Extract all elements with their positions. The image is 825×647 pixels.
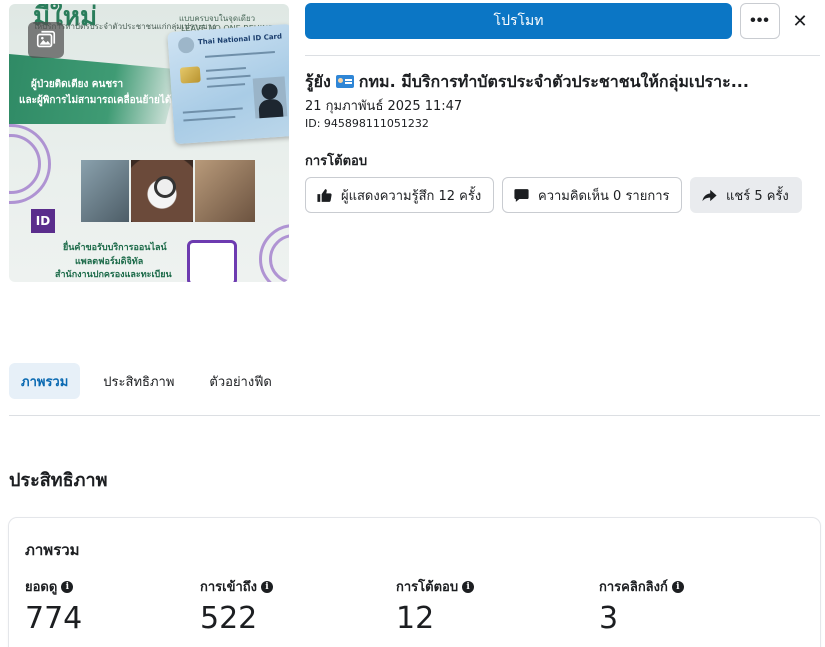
tab-feed-preview[interactable]: ตัวอย่างฟีด (197, 363, 283, 399)
metric-label: การคลิกลิงก์ (599, 580, 668, 595)
promote-button[interactable]: โปรโมท (305, 3, 732, 39)
metric-label-row: การคลิกลิงก์ i (599, 576, 684, 597)
id-logo: ID (31, 209, 55, 233)
reactions-button[interactable]: ผู้แสดงความรู้สึก 12 ครั้ง (305, 177, 494, 213)
tab-overview[interactable]: ภาพรวม (9, 363, 81, 399)
comments-button[interactable]: ความคิดเห็น 0 รายการ (502, 177, 682, 213)
metric-engagement: การโต้ตอบ i 12 (396, 576, 475, 636)
info-icon[interactable]: i (671, 580, 684, 593)
reactions-label: ผู้แสดงความรู้สึก 12 ครั้ง (341, 188, 482, 204)
divider (305, 55, 820, 56)
comments-label: ความคิดเห็น 0 รายการ (538, 188, 670, 204)
card-line (205, 67, 246, 72)
image-icon (36, 30, 56, 48)
metric-label-row: การเข้าถึง i (200, 576, 274, 597)
seal-icon (177, 36, 195, 54)
overview-card: ภาพรวม ยอดดู i 774 การเข้าถึง i 522 การโ… (9, 518, 820, 647)
close-button[interactable]: ✕ (788, 6, 812, 36)
chip-icon (179, 66, 201, 84)
divider (9, 415, 820, 416)
card-line (207, 83, 246, 88)
id-card-image: Thai National ID Card (167, 23, 289, 145)
card-line (206, 74, 251, 80)
metric-value: 522 (200, 601, 258, 636)
engagement-heading: การโต้ตอบ (305, 154, 368, 169)
metric-value: 3 (599, 601, 619, 636)
more-options-button[interactable]: ••• (740, 3, 780, 39)
metric-reach: การเข้าถึง i 522 (200, 576, 274, 636)
metric-label: ยอดดู (25, 580, 58, 595)
card-line (183, 115, 236, 122)
id-card-title: Thai National ID Card (197, 32, 283, 47)
info-icon[interactable]: i (462, 580, 475, 593)
metric-label: การโต้ตอบ (396, 580, 459, 595)
card-line (204, 51, 275, 58)
metric-value: 774 (25, 601, 83, 636)
thumb-banner-line2: และผู้พิการไม่สามารถเคลื่อนย้ายได้ (19, 95, 172, 106)
thumb-footer-line3: สำนักงานปกครองและทะเบียน (55, 270, 172, 280)
performance-heading: ประสิทธิภาพ (9, 470, 108, 491)
person-photo-icon (252, 76, 288, 119)
wheelchair-icon (154, 176, 176, 198)
image-icon-button[interactable] (28, 22, 64, 58)
metric-value: 12 (396, 601, 435, 636)
info-icon[interactable]: i (261, 580, 274, 593)
metric-label-row: ยอดดู i (25, 576, 82, 597)
share-arrow-icon (702, 189, 717, 201)
post-title-prefix: รู้ยัง (305, 72, 331, 91)
thumb-footer-line2: แพลตฟอร์มดิจิทัล (75, 257, 144, 267)
card-line (182, 107, 243, 114)
comment-icon (514, 188, 529, 202)
overview-card-heading: ภาพรวม (25, 541, 80, 559)
thumb-banner-line1: ผู้ป่วยติดเตียง คนชรา (31, 79, 124, 90)
thumbs-up-icon (317, 188, 332, 202)
metric-label-row: การโต้ตอบ i (396, 576, 475, 597)
collage-photo-bed (81, 160, 129, 222)
metric-label: การเข้าถึง (200, 580, 258, 595)
metric-link-clicks: การคลิกลิงก์ i 3 (599, 576, 684, 636)
post-thumbnail[interactable]: มีใหม่ ให้บริการทำบัตรประจำตัวประชาชนแก่… (9, 4, 289, 282)
id-card-emoji-icon (335, 75, 354, 88)
post-title-text: กทม. มีบริการทำบัตรประจำตัวประชาชนให้กลุ… (358, 72, 749, 91)
tab-bar: ภาพรวม ประสิทธิภาพ ตัวอย่างฟีด (9, 363, 295, 399)
post-title: รู้ยัง กทม. มีบริการทำบัตรประจำตัวประชาชน… (305, 70, 815, 95)
tab-performance[interactable]: ประสิทธิภาพ (91, 363, 186, 399)
thumb-footer-line1: ยื่นคำขอรับบริการออนไลน์ (63, 243, 167, 253)
shares-button[interactable]: แชร์ 5 ครั้ง (690, 177, 802, 213)
qr-code (187, 240, 237, 282)
post-id: ID: 945898111051232 (305, 117, 429, 130)
collage-photo-elderly (195, 160, 255, 222)
info-icon[interactable]: i (61, 580, 74, 593)
metric-views: ยอดดู i 774 (25, 576, 82, 636)
shares-label: แชร์ 5 ครั้ง (726, 188, 789, 204)
post-date: 21 กุมภาพันธ์ 2025 11:47 (305, 99, 463, 114)
